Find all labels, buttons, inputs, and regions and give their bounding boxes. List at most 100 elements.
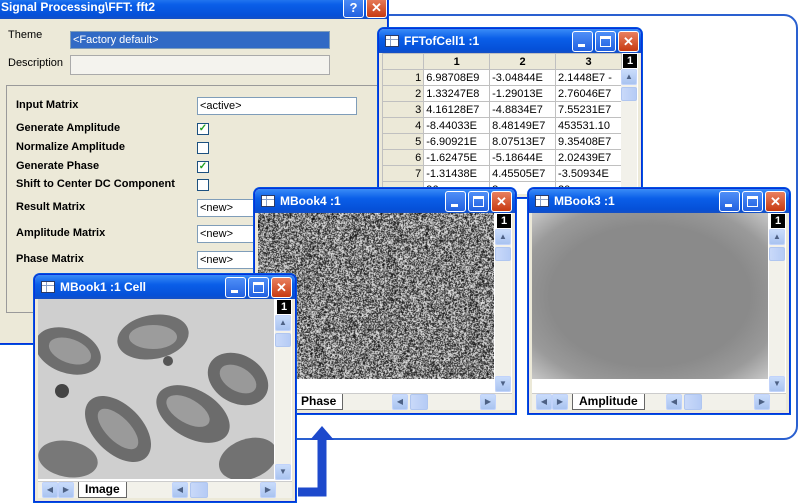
table-cell[interactable]: 2.02439E7 — [555, 149, 622, 166]
scroll-down-button[interactable]: ▼ — [769, 376, 785, 392]
row-header[interactable]: 6 — [381, 149, 425, 166]
mbook1-minimize-button[interactable] — [225, 277, 246, 298]
input-matrix-select[interactable]: <active> — [197, 97, 357, 115]
h-scroll-thumb[interactable] — [684, 394, 702, 410]
scroll-up-button[interactable]: ▲ — [621, 69, 637, 85]
table-cell[interactable]: 8.48149E7 — [489, 117, 557, 134]
scroll-left-button[interactable]: ◀ — [536, 394, 552, 410]
table-cell[interactable]: 7.55231E7 — [555, 101, 622, 118]
table-cell[interactable]: -3.04844E — [489, 69, 557, 86]
table-cell[interactable]: -5.18644E — [489, 149, 557, 166]
column-header[interactable]: 2 — [489, 53, 557, 70]
fft-minimize-button[interactable] — [572, 31, 593, 52]
scroll-up-button[interactable]: ▲ — [769, 229, 785, 245]
mbook4-close-button[interactable]: ✕ — [491, 191, 512, 212]
column-header[interactable]: 1 — [423, 53, 491, 70]
table-cell[interactable]: 4.45505E7 — [489, 165, 557, 182]
theme-select[interactable]: <Factory default> — [70, 31, 330, 49]
normalize-amplitude-checkbox[interactable] — [197, 142, 209, 154]
corner-cell — [381, 53, 425, 70]
scroll-left-button[interactable]: ◀ — [666, 394, 682, 410]
scroll-thumb[interactable] — [769, 247, 785, 261]
scroll-left-button[interactable]: ◀ — [392, 394, 408, 410]
row-header[interactable]: 1 — [381, 69, 425, 86]
table-cell[interactable]: 4.16128E7 — [423, 101, 491, 118]
table-cell[interactable]: 8.07513E7 — [489, 133, 557, 150]
mbook3-maximize-button[interactable] — [742, 191, 763, 212]
phase-matrix-label: Phase Matrix — [16, 253, 84, 265]
table-cell[interactable]: -6.90921E — [423, 133, 491, 150]
fft-vertical-scrollbar[interactable]: ▲ — [621, 69, 637, 194]
scroll-down-button[interactable]: ▼ — [495, 376, 511, 392]
mbook4-vertical-scrollbar[interactable]: ▲ ▼ — [495, 229, 511, 392]
scroll-left-button[interactable]: ◀ — [42, 482, 58, 498]
scroll-right-button[interactable]: ▶ — [480, 394, 496, 410]
table-cell[interactable]: 1.33247E8 — [423, 85, 491, 102]
table-cell[interactable]: 6.98708E9 — [423, 69, 491, 86]
column-header[interactable]: 3 — [555, 53, 622, 70]
mbook1-close-button[interactable]: ✕ — [271, 277, 292, 298]
row-header[interactable]: 4 — [381, 117, 425, 134]
row-header[interactable]: 5 — [381, 133, 425, 150]
table-cell[interactable]: -3.50934E — [555, 165, 622, 182]
row-header[interactable]: 2 — [381, 85, 425, 102]
table-row: 5 -6.90921E 8.07513E7 9.35408E7 — [381, 133, 622, 150]
table-cell[interactable]: -1.29013E — [489, 85, 557, 102]
table-cell[interactable]: 9.35408E7 — [555, 133, 622, 150]
mbook3-minimize-button[interactable] — [719, 191, 740, 212]
table-cell[interactable]: -1.62475E — [423, 149, 491, 166]
tab-phase[interactable]: Phase — [294, 394, 344, 410]
result-matrix-label: Result Matrix — [16, 201, 86, 213]
help-button[interactable]: ? — [343, 0, 364, 18]
table-cell[interactable]: -8.44033E — [423, 117, 491, 134]
scroll-right-button[interactable]: ▶ — [260, 482, 276, 498]
generate-phase-label: Generate Phase — [16, 160, 100, 172]
fft-maximize-button[interactable] — [595, 31, 616, 52]
mbook1-vertical-scrollbar[interactable]: ▲ ▼ — [275, 315, 291, 480]
h-scroll-thumb[interactable] — [190, 482, 208, 498]
tab-image[interactable]: Image — [78, 482, 127, 498]
description-field[interactable] — [70, 55, 330, 75]
fft-close-button[interactable]: ✕ — [618, 31, 639, 52]
table-row: 6 -1.62475E -5.18644E 2.02439E7 — [381, 149, 622, 166]
scroll-right-button[interactable]: ▶ — [754, 394, 770, 410]
amplitude-matrix-label: Amplitude Matrix — [16, 227, 106, 239]
generate-amplitude-checkbox[interactable]: ✓ — [197, 123, 209, 135]
scroll-right-button[interactable]: ▶ — [58, 482, 74, 498]
scroll-up-button[interactable]: ▲ — [495, 229, 511, 245]
generate-phase-checkbox[interactable]: ✓ — [197, 161, 209, 173]
theme-label: Theme — [8, 29, 43, 41]
mbook1-window: MBook1 :1 Cell ✕ 1 ▲ ▼ ◀ ▶ Image ◀ ▶ — [34, 274, 296, 502]
matrix-icon — [41, 281, 55, 293]
scroll-thumb[interactable] — [275, 333, 291, 347]
table-cell[interactable]: 2.76046E7 — [555, 85, 622, 102]
scroll-thumb[interactable] — [621, 87, 637, 101]
description-label: Description — [8, 57, 64, 69]
mbook3-title: MBook3 :1 — [554, 194, 615, 208]
scroll-down-button[interactable]: ▼ — [275, 464, 291, 480]
table-row: 3 4.16128E7 -4.8834E7 7.55231E7 — [381, 101, 622, 118]
scroll-thumb[interactable] — [495, 247, 511, 261]
mbook3-tab-bar: ◀ ▶ Amplitude ◀ ▶ — [532, 393, 786, 410]
row-header[interactable]: 3 — [381, 101, 425, 118]
mbook1-maximize-button[interactable] — [248, 277, 269, 298]
matrix-icon — [261, 195, 275, 207]
h-scroll-thumb[interactable] — [410, 394, 428, 410]
table-cell[interactable]: 453531.10 — [555, 117, 622, 134]
mbook4-maximize-button[interactable] — [468, 191, 489, 212]
scroll-up-button[interactable]: ▲ — [275, 315, 291, 331]
mbook3-close-button[interactable]: ✕ — [765, 191, 786, 212]
tab-amplitude[interactable]: Amplitude — [572, 394, 645, 410]
fft-sheet-area: 1 2 3 1 6.98708E9 -3.04844E 2.1448E7 -2 1.33… — [381, 53, 638, 197]
mbook4-minimize-button[interactable] — [445, 191, 466, 212]
dialog-titlebar[interactable]: Signal Processing\FFT: fft2 — [0, 0, 387, 19]
table-cell[interactable]: -4.8834E7 — [489, 101, 557, 118]
shift-dc-checkbox[interactable] — [197, 179, 209, 191]
scroll-right-button[interactable]: ▶ — [552, 394, 568, 410]
dialog-close-button[interactable]: ✕ — [366, 0, 387, 18]
row-header[interactable]: 7 — [381, 165, 425, 182]
mbook3-vertical-scrollbar[interactable]: ▲ ▼ — [769, 229, 785, 392]
table-cell[interactable]: 2.1448E7 - — [555, 69, 622, 86]
scroll-left-button[interactable]: ◀ — [172, 482, 188, 498]
table-cell[interactable]: -1.31438E — [423, 165, 491, 182]
